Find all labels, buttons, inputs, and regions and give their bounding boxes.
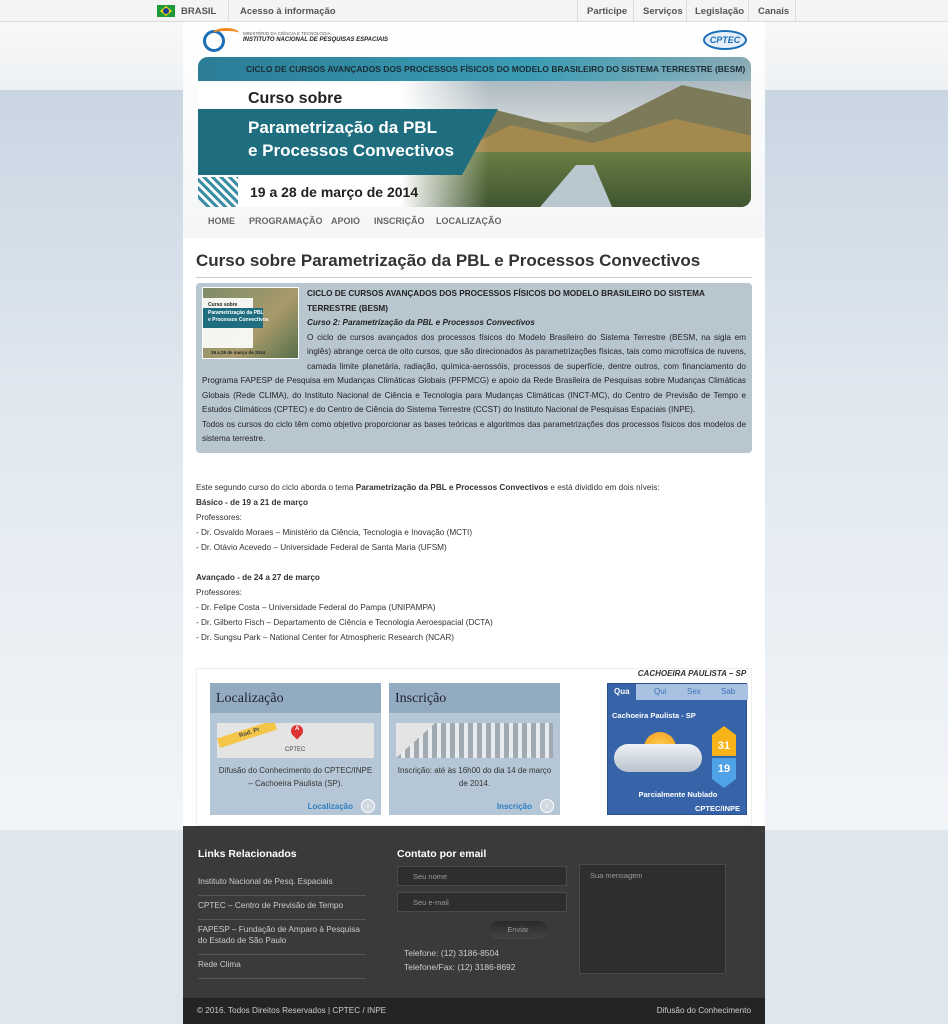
feature-cards: Localização Rod. Pr A CPTEC Difusão do C… <box>196 668 752 826</box>
course-banner: CICLO DE CURSOS AVANÇADOS DOS PROCESSOS … <box>198 57 751 207</box>
course-description: Este segundo curso do ciclo aborda o tem… <box>196 480 752 645</box>
gov-bar: BRASIL Acesso à informação Participe Ser… <box>0 0 948 22</box>
weather-widget: Qua Qui Sex Sab Cachoeira Paulista - SP … <box>607 683 748 815</box>
tab-sab[interactable]: Sab <box>721 687 735 696</box>
map-cptec-label: CPTEC <box>285 747 306 753</box>
box-paragraph-2: Todos os cursos do ciclo têm como objeti… <box>202 419 746 444</box>
advanced-professors-label: Professores: <box>196 588 242 597</box>
banner-title-line1: Parametrização da PBL <box>248 118 437 137</box>
brazil-flag-icon[interactable] <box>157 5 175 17</box>
contact-title: Contato por email <box>397 848 487 860</box>
registration-card: Inscrição Inscrição: até às 16h00 do dia… <box>389 683 560 815</box>
email-field[interactable]: Seu e-mail <box>397 892 567 912</box>
professor-item: - Dr. Otávio Acevedo – Universidade Fede… <box>196 543 447 552</box>
banner-title-line2: e Processos Convectivos <box>248 141 454 160</box>
gov-nav-legislacao[interactable]: Legislação <box>695 6 744 17</box>
map-pin-label: A <box>295 726 300 732</box>
page-title: Curso sobre Parametrização da PBL e Proc… <box>196 251 752 278</box>
divider <box>686 0 687 22</box>
map-road-label: Rod. Pr <box>217 723 278 749</box>
location-card: Localização Rod. Pr A CPTEC Difusão do C… <box>210 683 381 815</box>
registration-text: Inscrição: até às 16h00 do dia 14 de mar… <box>397 766 552 788</box>
banner-curso-sobre: Curso sobre <box>248 90 343 107</box>
brasil-link[interactable]: BRASIL <box>181 6 216 17</box>
footer-right-link[interactable]: Difusão do Conhecimento <box>657 1006 751 1015</box>
arrow-right-icon[interactable]: › <box>540 799 554 813</box>
location-map[interactable]: Rod. Pr A CPTEC <box>217 723 374 758</box>
site-header: MINISTÉRIO DA CIÊNCIA E TECNOLOGIA INSTI… <box>183 22 765 238</box>
banner-date: 19 a 28 de março de 2014 <box>250 184 419 200</box>
main-content: Curso sobre Parametrização da PBL e Proc… <box>183 238 765 848</box>
phone-text: Telefone: (12) 3186-8504 <box>404 948 499 958</box>
weather-title: CACHOEIRA PAULISTA – SP <box>637 669 747 678</box>
weather-brand[interactable]: CPTEC/INPE <box>695 804 740 813</box>
inpe-title[interactable]: INSTITUTO NACIONAL DE PESQUISAS ESPACIAI… <box>243 37 388 43</box>
weather-condition: Parcialmente Nublado <box>638 790 718 799</box>
access-info-link[interactable]: Acesso à informação <box>240 6 336 17</box>
footer: Links Relacionados Instituto Nacional de… <box>183 826 765 998</box>
arrow-right-icon[interactable]: › <box>361 799 375 813</box>
footer-link-fapesp[interactable]: FAPESP – Fundação de Amparo à Pesquisa d… <box>198 924 366 955</box>
divider <box>633 0 634 22</box>
min-temp: 19 <box>712 758 736 788</box>
professor-item: - Dr. Sungsu Park – National Center for … <box>196 633 455 642</box>
course-thumbnail: Curso sobre Parametrização da PBL e Proce… <box>202 287 299 359</box>
professor-item: - Dr. Gilberto Fisch – Departamento de C… <box>196 618 493 627</box>
name-field[interactable]: Seu nome <box>397 866 567 886</box>
cptec-logo[interactable]: CPTEC <box>703 30 747 50</box>
tab-qui[interactable]: Qui <box>654 687 666 696</box>
location-text: Difusão do Conhecimento do CPTEC/INPE – … <box>218 766 373 788</box>
nav-home[interactable]: HOME <box>208 216 235 226</box>
thumb-date: 19 a 28 de março de 2014 <box>211 350 266 355</box>
footer-link-inpe[interactable]: Instituto Nacional de Pesq. Espaciais <box>198 876 366 896</box>
registration-link[interactable]: Inscrição <box>497 802 532 811</box>
gov-nav-participe[interactable]: Participe <box>587 6 627 17</box>
location-link[interactable]: Localização <box>308 802 353 811</box>
intro-text: Este segundo curso do ciclo aborda o tem… <box>196 483 660 492</box>
inpe-ministry-label: MINISTÉRIO DA CIÊNCIA E TECNOLOGIA <box>243 31 331 36</box>
footer-link-rede-clima[interactable]: Rede Clima <box>198 959 366 979</box>
weather-day-tabs: Qua Qui Sex Sab <box>608 684 748 700</box>
gov-nav-servicos[interactable]: Serviços <box>643 6 683 17</box>
banner-cycle-title: CICLO DE CURSOS AVANÇADOS DOS PROCESSOS … <box>246 64 746 74</box>
nav-inscricao[interactable]: INSCRIÇÃO <box>374 216 425 226</box>
basic-level-heading: Básico - de 19 a 21 de março <box>196 498 308 507</box>
tab-sex[interactable]: Sex <box>687 687 701 696</box>
weather-city: Cachoeira Paulista - SP <box>612 711 696 720</box>
divider <box>228 0 229 22</box>
links-title: Links Relacionados <box>198 848 297 860</box>
page-container: MINISTÉRIO DA CIÊNCIA E TECNOLOGIA INSTI… <box>183 22 765 1024</box>
divider <box>577 0 578 22</box>
gov-nav-canais[interactable]: Canais <box>758 6 789 17</box>
message-field[interactable]: Sua mensagem <box>579 864 726 974</box>
thumb-title: Parametrização da PBL e Processos Convect… <box>208 310 269 323</box>
fax-text: Telefone/Fax: (12) 3186-8692 <box>404 962 516 972</box>
registration-card-title: Inscrição <box>389 683 560 713</box>
course-info-box: Curso sobre Parametrização da PBL e Proce… <box>196 283 752 453</box>
divider <box>795 0 796 22</box>
cloud-icon <box>614 744 702 772</box>
professor-item: - Dr. Osvaldo Moraes – Ministério da Ciê… <box>196 528 473 537</box>
footer-link-cptec[interactable]: CPTEC – Centro de Previsão de Tempo <box>198 900 366 920</box>
tab-qua[interactable]: Qua <box>608 684 636 700</box>
bottom-bar: © 2016. Todos Direitos Reservados | CPTE… <box>183 998 765 1024</box>
nav-localizacao[interactable]: LOCALIZAÇÃO <box>436 216 502 226</box>
send-button[interactable]: Enviar <box>489 921 547 939</box>
professor-item: - Dr. Felipe Costa – Universidade Federa… <box>196 603 436 612</box>
inpe-logo-icon[interactable] <box>203 28 239 52</box>
location-card-title: Localização <box>210 683 381 713</box>
keyboard-image[interactable] <box>396 723 553 758</box>
nav-programacao[interactable]: PROGRAMAÇÃO <box>249 216 323 226</box>
max-temp: 31 <box>712 726 736 756</box>
advanced-level-heading: Avançado - de 24 a 27 de março <box>196 573 320 582</box>
copyright: © 2016. Todos Direitos Reservados | CPTE… <box>197 1006 387 1015</box>
nav-apoio[interactable]: APOIO <box>331 216 360 226</box>
divider <box>748 0 749 22</box>
basic-professors-label: Professores: <box>196 513 242 522</box>
